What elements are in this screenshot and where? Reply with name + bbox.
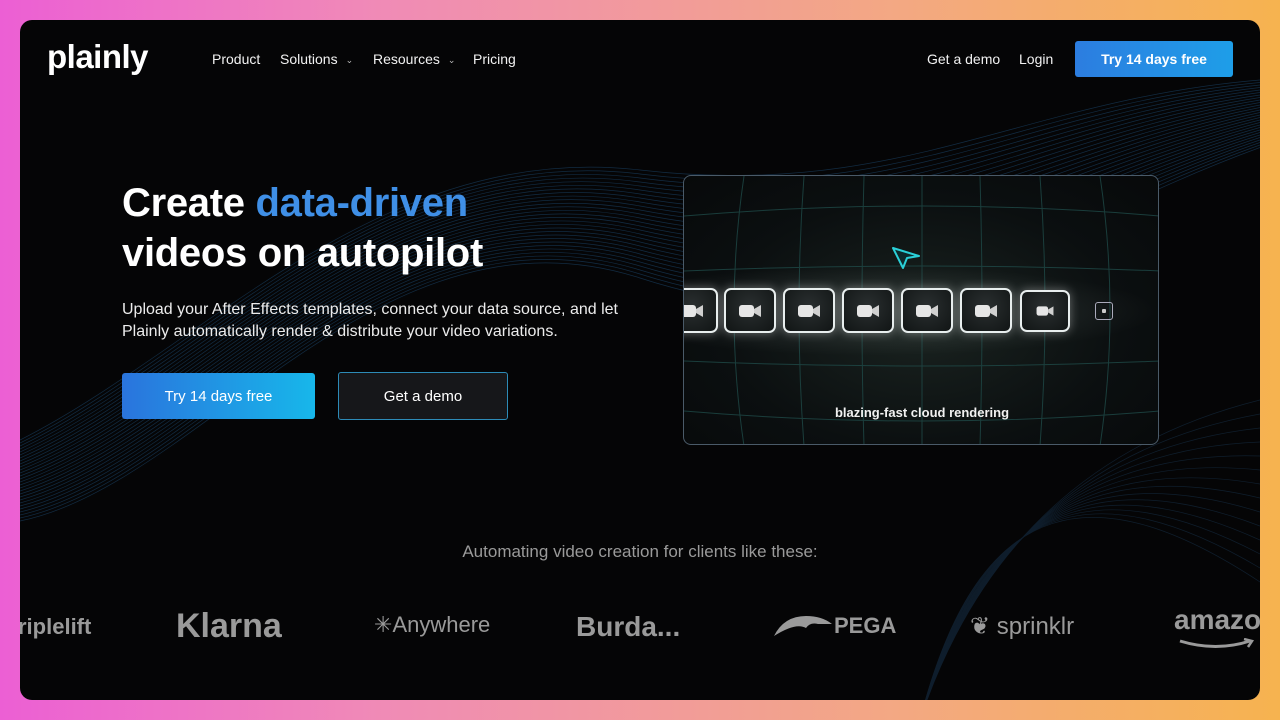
stop-icon <box>1095 302 1113 320</box>
clients-heading: Automating video creation for clients li… <box>462 542 818 561</box>
cursor-arrow-icon <box>892 247 920 269</box>
pega-bird-icon <box>774 616 832 636</box>
top-navigation: plainly Product Solutions ⌄ Resources ⌄ Pr… <box>20 20 1260 100</box>
nav-solutions-label: Solutions <box>280 51 338 67</box>
video-camera-icon <box>916 304 938 317</box>
video-clip-tile <box>1020 290 1070 332</box>
asterisk-icon: ✳ <box>374 612 393 637</box>
nav-try-free-button[interactable]: Try 14 days free <box>1075 41 1233 77</box>
client-logo-sprinklr: ❦ sprinklr <box>970 612 1074 641</box>
nav-pricing-label: Pricing <box>473 51 516 67</box>
client-logo-pega-text: PEGA <box>834 613 897 638</box>
hero-subtitle: Upload your After Effects templates, con… <box>122 301 618 340</box>
nav-resources[interactable]: Resources ⌄ <box>373 51 455 67</box>
video-clip-tile <box>842 288 894 333</box>
panel-caption: blazing-fast cloud rendering <box>834 405 1010 420</box>
video-clip-tile <box>783 288 835 333</box>
hero-get-demo-button[interactable]: Get a demo <box>338 372 508 420</box>
video-clip-tile <box>960 288 1012 333</box>
amazon-smile-icon <box>1179 638 1255 648</box>
client-logo-pega: PEGA <box>772 612 896 639</box>
nav-pricing[interactable]: Pricing <box>473 51 516 67</box>
nav-login-link[interactable]: Login <box>1019 51 1053 67</box>
client-logo-burda: Burda... <box>576 611 681 642</box>
video-camera-icon <box>857 304 879 317</box>
client-logo-sprinklr-text: sprinklr <box>996 613 1075 640</box>
browser-window: plainly Product Solutions ⌄ Resources ⌄ Pr… <box>20 20 1260 700</box>
client-logo-anywhere: ✳Anywhere <box>374 612 490 638</box>
video-clip-tile <box>724 288 776 333</box>
video-camera-icon <box>684 304 703 317</box>
nav-product-label: Product <box>212 51 261 67</box>
nav-resources-label: Resources <box>373 51 440 67</box>
hero-title-line2: videos on autopilot <box>122 231 483 275</box>
video-clip-tile <box>684 288 718 333</box>
chevron-down-icon: ⌄ <box>345 55 354 65</box>
video-camera-icon <box>1036 306 1054 316</box>
plainly-logo[interactable]: plainly <box>47 38 149 76</box>
nav-product[interactable]: Product <box>212 51 260 67</box>
client-logo-triplelift: riplelift <box>20 614 92 639</box>
video-camera-icon <box>975 304 997 317</box>
video-camera-icon <box>798 304 820 317</box>
chevron-down-icon: ⌄ <box>447 55 456 65</box>
client-logo-amazon-text: amazo <box>1174 604 1260 635</box>
sprinklr-leaf-icon: ❦ <box>970 613 991 640</box>
hero-title-accent: data-driven <box>255 181 469 225</box>
hero-title: Create data-driven videos on autopilot <box>122 178 483 278</box>
client-logo-klarna: Klarna <box>176 607 282 645</box>
client-logo-amazon: amazo <box>1174 604 1260 648</box>
render-preview-panel: blazing-fast cloud rendering <box>683 175 1159 445</box>
nav-get-demo-link[interactable]: Get a demo <box>927 51 1000 67</box>
hero-try-free-button[interactable]: Try 14 days free <box>122 373 315 419</box>
video-camera-icon <box>739 304 761 317</box>
client-logo-anywhere-text: Anywhere <box>392 612 491 637</box>
nav-solutions[interactable]: Solutions ⌄ <box>280 51 353 67</box>
hero-title-prefix: Create <box>122 181 256 225</box>
video-clip-tile <box>901 288 953 333</box>
